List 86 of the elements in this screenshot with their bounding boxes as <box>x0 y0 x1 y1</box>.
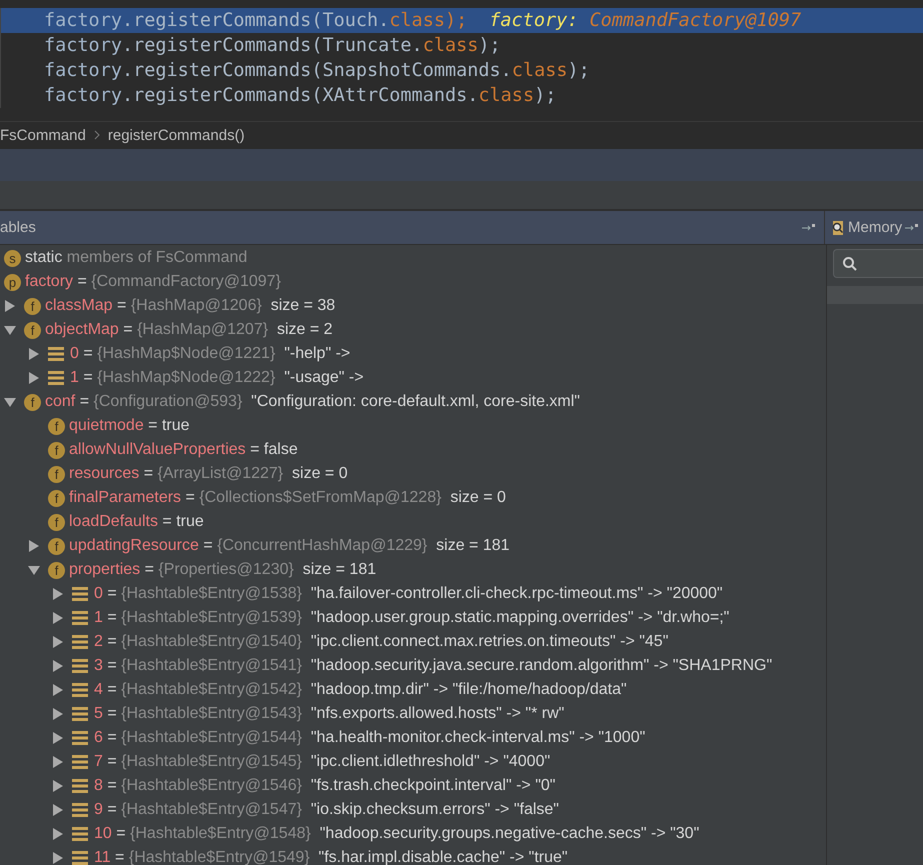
variable-entry[interactable]: 6 = {Hashtable$Entry@1544} "ha.health-monitor.check-interval.ms" -> "1000" <box>94 729 646 747</box>
search-field[interactable] <box>833 249 923 278</box>
list-icon <box>72 634 88 650</box>
variable-entry[interactable]: 5 = {Hashtable$Entry@1543} "nfs.exports.allowed.hosts" -> "* rw" <box>94 705 564 723</box>
expand-icon[interactable] <box>52 612 64 624</box>
expand-icon[interactable] <box>4 300 16 312</box>
variable-entry[interactable]: objectMap = {HashMap@1207} size = 2 <box>45 321 333 339</box>
variable-entry[interactable]: 0 = {HashMap$Node@1221} "-help" -> <box>70 345 350 363</box>
memory-tab[interactable]: Memory <box>824 211 923 244</box>
expand-icon[interactable] <box>52 636 64 648</box>
list-icon <box>72 682 88 698</box>
expand-icon[interactable] <box>28 372 40 384</box>
list-icon <box>72 754 88 770</box>
variable-entry[interactable]: 3 = {Hashtable$Entry@1541} "hadoop.security.java.secure.random.algorithm" -> "SHA1PRNG" <box>94 657 772 675</box>
expand-icon[interactable] <box>52 780 64 792</box>
list-icon <box>72 802 88 818</box>
code-line: factory.registerCommands(Touch.class); <box>44 10 468 31</box>
code-line: factory.registerCommands(SnapshotCommands.class); <box>44 60 590 81</box>
list-icon <box>48 370 64 386</box>
variable-entry[interactable]: classMap = {HashMap@1206} size = 38 <box>45 297 336 315</box>
variable-entry[interactable]: 1 = {Hashtable$Entry@1539} "hadoop.user.group.static.mapping.overrides" -> "dr.who=;" <box>94 609 730 627</box>
expand-icon[interactable] <box>52 756 64 768</box>
variable-entry[interactable]: properties = {Properties@1230} size = 181 <box>69 561 376 579</box>
expand-icon[interactable] <box>52 732 64 744</box>
breadcrumb-item[interactable]: FsCommand <box>0 126 86 144</box>
inline-value: factory: CommandFactory@1097 <box>489 10 802 31</box>
restore-icon[interactable] <box>905 222 920 232</box>
variable-entry[interactable]: 1 = {HashMap$Node@1222} "-usage" -> <box>70 369 364 387</box>
field-icon: f <box>48 514 65 530</box>
list-icon <box>72 850 88 865</box>
field-icon: f <box>48 442 65 458</box>
expand-icon[interactable] <box>52 828 64 840</box>
expand-icon[interactable] <box>28 540 40 552</box>
list-icon <box>72 706 88 722</box>
collapse-icon[interactable] <box>28 564 40 576</box>
variable-entry[interactable]: 9 = {Hashtable$Entry@1547} "io.skip.checksum.errors" -> "false" <box>94 801 559 819</box>
restore-icon[interactable] <box>802 222 816 232</box>
memory-icon <box>831 220 845 236</box>
variable-entry[interactable]: 10 = {Hashtable$Entry@1548} "hadoop.security.groups.negative-cache.secs" -> "30" <box>94 825 700 843</box>
collapse-icon[interactable] <box>4 396 16 408</box>
expand-icon[interactable] <box>52 804 64 816</box>
field-icon: f <box>48 538 65 554</box>
field-icon: f <box>48 466 65 482</box>
variable-entry[interactable]: 2 = {Hashtable$Entry@1540} "ipc.client.connect.max.retries.on.timeouts" -> "45" <box>94 633 668 651</box>
variable-entry[interactable]: quietmode = true <box>69 417 190 435</box>
code-line: factory.registerCommands(XAttrCommands.class); <box>44 85 556 106</box>
code-line: factory.registerCommands(Truncate.class); <box>44 35 501 56</box>
expand-icon[interactable] <box>28 348 40 360</box>
field-icon: f <box>48 418 65 434</box>
collapse-icon[interactable] <box>4 324 16 336</box>
list-icon <box>72 730 88 746</box>
expand-icon[interactable] <box>52 684 64 696</box>
variable-entry[interactable]: 0 = {Hashtable$Entry@1538} "ha.failover-controller.cli-check.rpc-timeout.ms" -> "20000" <box>94 585 723 603</box>
variable-entry[interactable]: 8 = {Hashtable$Entry@1546} "fs.trash.checkpoint.interval" -> "0" <box>94 777 556 795</box>
field-icon: f <box>24 322 41 338</box>
field-icon: f <box>24 298 41 314</box>
expand-icon[interactable] <box>52 588 64 600</box>
field-icon: p <box>4 274 21 290</box>
panel-title: ables <box>0 219 37 236</box>
variable-entry[interactable]: finalParameters = {Collections$SetFromMap@1228} size = 0 <box>69 489 506 507</box>
variable-entry[interactable]: allowNullValueProperties = false <box>69 441 298 459</box>
variable-entry[interactable]: conf = {Configuration@593} "Configuration: core-default.xml, core-site.xml" <box>45 393 580 411</box>
variable-entry[interactable]: resources = {ArrayList@1227} size = 0 <box>69 465 348 483</box>
variable-entry[interactable]: static members of FsCommand <box>25 249 248 267</box>
variable-entry[interactable]: 4 = {Hashtable$Entry@1542} "hadoop.tmp.dir" -> "file:/home/hadoop/data" <box>94 681 627 699</box>
field-icon: f <box>24 394 41 410</box>
variable-entry[interactable]: updatingResource = {ConcurrentHashMap@1229} size = 181 <box>69 537 510 555</box>
list-icon <box>48 346 64 362</box>
variable-entry[interactable]: 7 = {Hashtable$Entry@1545} "ipc.client.idlethreshold" -> "4000" <box>94 753 550 771</box>
expand-icon[interactable] <box>52 852 64 864</box>
list-icon <box>72 778 88 794</box>
chevron-icon <box>94 130 100 140</box>
list-icon <box>72 658 88 674</box>
field-icon: s <box>4 250 21 266</box>
field-icon: f <box>48 562 65 578</box>
field-icon: f <box>48 490 65 506</box>
list-icon <box>72 586 88 602</box>
search-icon <box>842 256 858 272</box>
variable-entry[interactable]: factory = {CommandFactory@1097} <box>25 273 281 291</box>
breadcrumb-item[interactable]: registerCommands() <box>108 126 245 144</box>
expand-icon[interactable] <box>52 708 64 720</box>
list-icon <box>72 826 88 842</box>
expand-icon[interactable] <box>52 660 64 672</box>
variable-entry[interactable]: 11 = {Hashtable$Entry@1549} "fs.har.impl.disable.cache" -> "true" <box>94 849 568 865</box>
variable-entry[interactable]: loadDefaults = true <box>69 513 204 531</box>
list-icon <box>72 610 88 626</box>
